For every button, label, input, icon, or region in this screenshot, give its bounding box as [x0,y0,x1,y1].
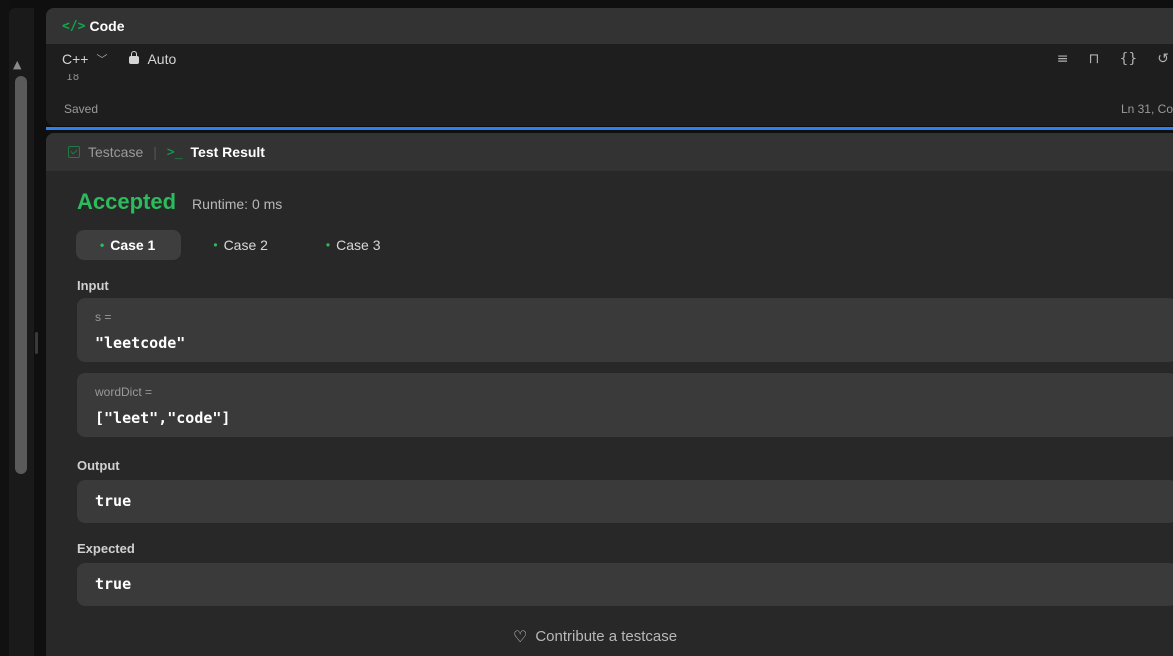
scroll-up-arrow-icon[interactable]: ▲ [13,58,21,71]
scrollbar-thumb[interactable] [15,76,27,474]
terminal-icon: >_ [166,144,183,160]
output-label: Output [77,458,120,473]
verdict-row: Accepted Runtime: 0 ms [77,189,282,215]
line-number: 18 [66,74,80,83]
code-panel-header: </> Code [46,8,1173,44]
input-box-s: s = "leetcode" [77,298,1173,362]
code-icon: </> [62,18,86,34]
case-pass-dot-icon: • [325,238,331,252]
code-line: 18 [46,74,1173,90]
input-var-name: wordDict = [95,385,153,399]
case-tab-3[interactable]: • Case 3 [302,230,407,260]
input-var-value[interactable]: ["leet","code"] [95,409,230,427]
mode-label[interactable]: Auto [147,51,176,67]
test-panel-header: Testcase | >_ Test Result [46,133,1173,171]
tab-test-result[interactable]: Test Result [191,144,265,160]
tab-testcase[interactable]: Testcase [88,144,143,160]
case-pass-dot-icon: • [213,238,218,252]
cursor-position: Ln 31, Co [1120,102,1173,116]
case-tab-2[interactable]: • Case 2 [189,230,294,260]
undo-icon[interactable]: ↺ [1157,51,1169,67]
runtime-label: Runtime: 0 ms [192,196,283,212]
expected-value[interactable]: true [95,575,131,593]
output-box: true [77,480,1173,523]
input-var-name: s = [95,310,112,324]
left-edge [0,0,9,656]
case-tab-label: Case 2 [223,237,268,253]
contribute-testcase-button[interactable]: ♡ Contribute a testcase [513,627,677,646]
output-value[interactable]: true [95,492,131,510]
language-selector[interactable]: C++ [62,51,88,67]
case-tabs: • Case 1 • Case 2 • Case 3 [76,230,406,260]
case-tab-1[interactable]: • Case 1 [76,230,182,260]
heart-icon: ♡ [513,627,528,646]
code-panel: </> Code C++ ﹀ Auto ≡ ⊓ {} ↺ 18 Saved Ln… [46,8,1173,126]
lock-icon [129,51,140,64]
chevron-down-icon[interactable]: ﹀ [96,51,107,67]
case-pass-dot-icon: • [100,238,105,252]
code-panel-title: Code [89,18,125,34]
panel-resize-handle[interactable] [35,332,38,354]
expected-box: true [77,563,1173,606]
input-label: Input [77,278,109,293]
test-panel: Testcase | >_ Test Result Accepted Runti… [46,133,1173,656]
input-box-worddict: wordDict = ["leet","code"] [77,373,1173,437]
left-panel-collapsed: ▲ [9,8,34,656]
braces-icon[interactable]: {} [1119,51,1137,67]
testcase-check-icon [68,146,80,158]
case-tab-label: Case 1 [110,237,156,253]
case-tab-label: Case 3 [336,237,381,253]
toolbar-icons: ≡ ⊓ {} ↺ [1057,44,1169,74]
panel-divider[interactable] [46,127,1173,130]
contribute-label: Contribute a testcase [535,628,678,645]
expected-label: Expected [77,541,135,556]
save-status: Saved [64,102,99,116]
format-icon[interactable]: ≡ [1057,51,1069,67]
verdict-status: Accepted [77,189,177,214]
code-toolbar: C++ ﹀ Auto ≡ ⊓ {} ↺ [46,44,1173,74]
input-var-value[interactable]: "leetcode" [95,334,185,352]
tab-separator: | [153,144,157,160]
bookmark-icon[interactable]: ⊓ [1089,51,1100,67]
